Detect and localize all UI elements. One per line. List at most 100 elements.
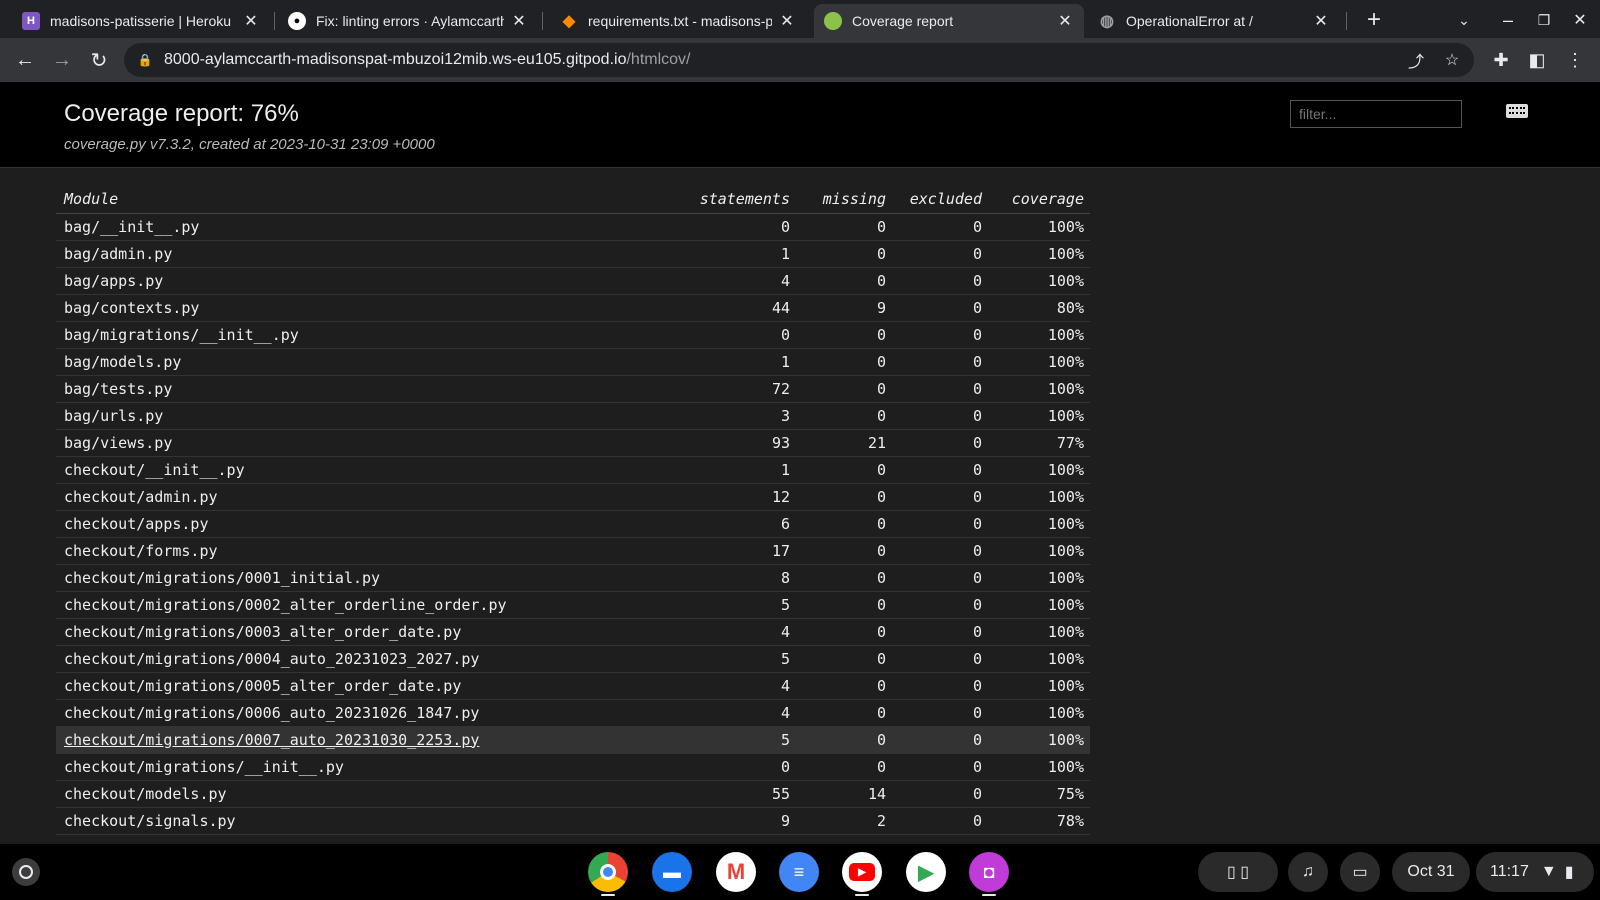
header-statements[interactable]: statements [676, 186, 796, 214]
table-row[interactable]: checkout/models.py 55 14 0 75% [56, 780, 1090, 808]
tab-coverage-report[interactable]: Coverage report ✕ [814, 4, 1084, 38]
module-link[interactable]: checkout/__init__.py [56, 456, 676, 484]
module-link[interactable]: bag/tests.py [56, 375, 676, 403]
statements-cell-text: 4 [780, 622, 790, 641]
holding-space-icon[interactable]: ▯ ▯ [1198, 852, 1278, 892]
module-link[interactable]: checkout/migrations/__init__.py [56, 753, 676, 781]
table-row[interactable]: checkout/migrations/0007_auto_20231030_2… [56, 726, 1090, 754]
media-controls-icon[interactable]: ♫ [1288, 852, 1328, 892]
url-text[interactable]: 8000-aylamccarth-madisonspat-mbuzoi12mib… [164, 51, 690, 69]
module-link[interactable]: checkout/migrations/0004_auto_20231023_2… [56, 645, 676, 673]
date-display[interactable]: Oct 31 [1392, 852, 1470, 892]
table-row[interactable]: checkout/apps.py 6 0 0 100% [56, 510, 1090, 538]
module-link[interactable]: bag/migrations/__init__.py [56, 321, 676, 349]
forward-icon[interactable]: → [47, 45, 77, 75]
module-link-text: checkout/migrations/0004_auto_20231023_2… [64, 649, 480, 668]
module-link[interactable]: checkout/models.py [56, 780, 676, 808]
table-row[interactable]: bag/models.py 1 0 0 100% [56, 348, 1090, 376]
new-tab-button[interactable]: + [1360, 6, 1388, 34]
module-link[interactable]: checkout/apps.py [56, 510, 676, 538]
extensions-icon[interactable]: ✚ [1488, 47, 1514, 73]
table-row[interactable]: checkout/migrations/0004_auto_20231023_2… [56, 645, 1090, 673]
table-row[interactable]: checkout/admin.py 12 0 0 100% [56, 483, 1090, 511]
table-row[interactable]: checkout/__init__.py 1 0 0 100% [56, 456, 1090, 484]
address-bar[interactable]: 🔒 8000-aylamccarth-madisonspat-mbuzoi12m… [124, 43, 1474, 77]
module-link[interactable]: checkout/migrations/0003_alter_order_dat… [56, 618, 676, 646]
files-icon[interactable]: ▬ [652, 852, 692, 892]
module-link[interactable]: checkout/migrations/0007_auto_20231030_2… [56, 726, 676, 754]
table-row[interactable]: bag/views.py 93 21 0 77% [56, 429, 1090, 457]
launcher-icon[interactable] [12, 858, 40, 886]
app-icon[interactable]: ◘ [969, 852, 1009, 892]
table-row[interactable]: checkout/migrations/0005_alter_order_dat… [56, 672, 1090, 700]
header-coverage[interactable]: coverage [988, 186, 1090, 214]
close-icon[interactable]: ✕ [778, 12, 796, 30]
tab-github[interactable]: ● Fix: linting errors · Aylamccarthy ✕ [278, 4, 538, 38]
status-area[interactable]: 11:17 ▼ ▮ [1476, 852, 1594, 892]
table-row[interactable]: bag/migrations/__init__.py 0 0 0 100% [56, 321, 1090, 349]
play-store-icon[interactable]: ▶ [906, 852, 946, 892]
module-link[interactable]: bag/apps.py [56, 267, 676, 295]
module-link[interactable]: checkout/migrations/0005_alter_order_dat… [56, 672, 676, 700]
share-icon[interactable]: ⤴ [1406, 50, 1426, 71]
minimize-icon[interactable]: – [1494, 6, 1522, 34]
gmail-icon[interactable]: M [716, 852, 756, 892]
module-link[interactable]: bag/admin.py [56, 240, 676, 268]
module-link[interactable]: checkout/migrations/0001_initial.py [56, 564, 676, 592]
module-link[interactable]: checkout/migrations/0002_alter_orderline… [56, 591, 676, 619]
table-row[interactable]: bag/tests.py 72 0 0 100% [56, 375, 1090, 403]
table-row[interactable]: checkout/migrations/__init__.py 0 0 0 100% [56, 753, 1090, 781]
header-module[interactable]: Module [56, 186, 676, 214]
header-missing[interactable]: missing [796, 186, 892, 214]
table-row[interactable]: bag/admin.py 1 0 0 100% [56, 240, 1090, 268]
module-link[interactable]: checkout/admin.py [56, 483, 676, 511]
chrome-icon[interactable] [588, 852, 628, 892]
coverage-cell: 100% [988, 348, 1090, 376]
tab-operational-error[interactable]: ◍ OperationalError at / ✕ [1088, 4, 1340, 38]
tab-search-icon[interactable]: ⌄ [1450, 6, 1478, 34]
tab-gitpod[interactable]: ◆ requirements.txt - madisons-patisserie… [550, 4, 806, 38]
module-link[interactable]: checkout/signals.py [56, 807, 676, 835]
table-row[interactable]: checkout/migrations/0003_alter_order_dat… [56, 618, 1090, 646]
module-link[interactable]: bag/models.py [56, 348, 676, 376]
table-row[interactable]: checkout/migrations/0002_alter_orderline… [56, 591, 1090, 619]
table-row[interactable]: bag/apps.py 4 0 0 100% [56, 267, 1090, 295]
close-icon[interactable]: ✕ [1312, 12, 1330, 30]
bookmark-star-icon[interactable]: ☆ [1442, 50, 1462, 70]
filter-input[interactable] [1290, 100, 1462, 128]
table-row[interactable]: bag/contexts.py 44 9 0 80% [56, 294, 1090, 322]
close-icon[interactable]: ✕ [510, 12, 528, 30]
table-row[interactable]: bag/__init__.py 0 0 0 100% [56, 213, 1090, 241]
lock-icon[interactable]: 🔒 [138, 52, 153, 68]
module-link[interactable]: checkout/migrations/0006_auto_20231026_1… [56, 699, 676, 727]
table-row[interactable]: checkout/signals.py 9 2 0 78% [56, 807, 1090, 835]
module-link[interactable]: checkout/forms.py [56, 537, 676, 565]
docs-icon[interactable]: ≡ [779, 852, 819, 892]
close-window-icon[interactable]: ✕ [1566, 6, 1594, 34]
side-panel-icon[interactable]: ◧ [1524, 47, 1550, 73]
table-row[interactable]: checkout/migrations/0001_initial.py 8 0 0 10… [56, 564, 1090, 592]
reload-icon[interactable]: ↻ [84, 45, 114, 75]
close-icon[interactable]: ✕ [1056, 12, 1074, 30]
table-row[interactable]: checkout/forms.py 17 0 0 100% [56, 537, 1090, 565]
missing-cell: 0 [796, 699, 892, 727]
coverage-cell: 80% [988, 294, 1090, 322]
youtube-icon[interactable]: ▶ [842, 852, 882, 892]
missing-cell: 0 [796, 483, 892, 511]
statements-cell: 12 [676, 483, 796, 511]
phone-hub-icon[interactable]: ▭ [1340, 852, 1380, 892]
restore-icon[interactable]: ❐ [1530, 6, 1558, 34]
table-row[interactable]: bag/urls.py 3 0 0 100% [56, 402, 1090, 430]
menu-icon[interactable]: ⋮ [1562, 47, 1588, 73]
module-link[interactable]: bag/__init__.py [56, 213, 676, 241]
tab-heroku[interactable]: H madisons-patisserie | Heroku ✕ [12, 4, 270, 38]
module-link[interactable]: bag/views.py [56, 429, 676, 457]
keyboard-icon[interactable] [1506, 104, 1528, 118]
close-icon[interactable]: ✕ [242, 12, 260, 30]
table-row[interactable]: checkout/migrations/0006_auto_20231026_1… [56, 699, 1090, 727]
back-icon[interactable]: ← [10, 45, 40, 75]
header-excluded[interactable]: excluded [892, 186, 988, 214]
module-link[interactable]: bag/urls.py [56, 402, 676, 430]
module-link[interactable]: bag/contexts.py [56, 294, 676, 322]
missing-cell-text: 9 [876, 298, 886, 317]
